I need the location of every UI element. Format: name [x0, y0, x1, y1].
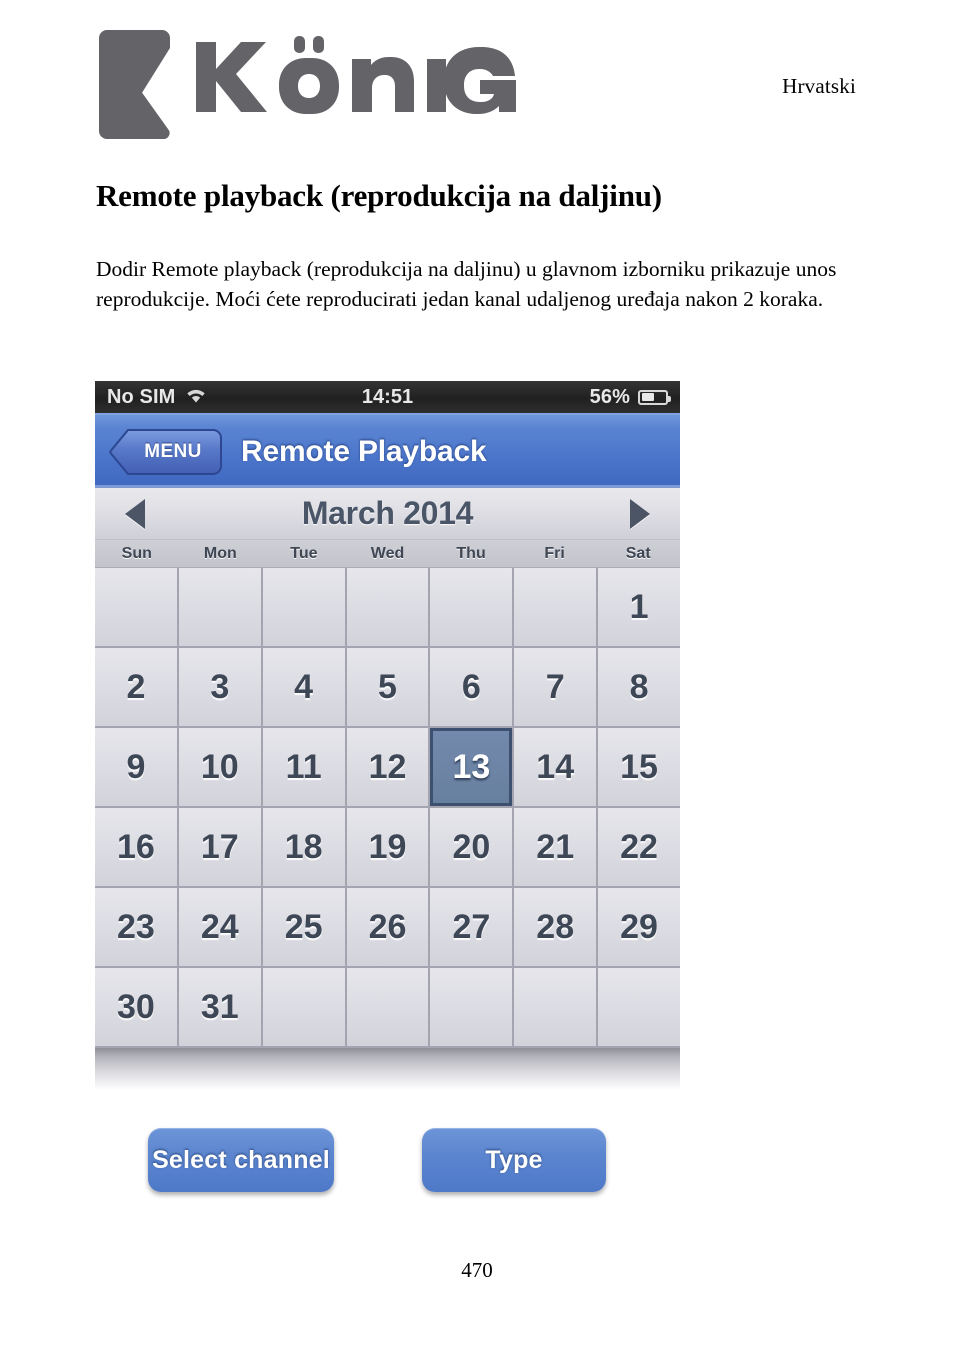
menu-back-button[interactable]: MENU: [109, 428, 223, 476]
calendar-day-cell[interactable]: 31: [178, 968, 261, 1046]
weekday-label: Sun: [121, 544, 152, 562]
konig-wordmark: [194, 36, 516, 118]
calendar-day-empty: [262, 568, 345, 646]
calendar-day-cell[interactable]: 20: [430, 808, 513, 886]
battery-percent-label: 56%: [589, 385, 630, 408]
calendar-day-empty: [346, 968, 429, 1046]
konig-logo-mark-icon: [97, 28, 172, 141]
weekday-label: Wed: [370, 544, 405, 562]
type-button[interactable]: Type: [422, 1128, 606, 1192]
calendar-day-cell[interactable]: 23: [95, 888, 177, 966]
calendar-day-cell[interactable]: 10: [178, 728, 261, 806]
calendar-day-cell[interactable]: 18: [262, 808, 345, 886]
select-channel-button[interactable]: Select channel: [148, 1128, 334, 1192]
calendar-day-cell[interactable]: 26: [346, 888, 429, 966]
calendar-day-empty: [178, 568, 261, 646]
calendar-day-grid[interactable]: 1 2 3 4 5 6 7 8 9 10 11 12 13 14 15 16 17 18 19 20 21 22 23 24 2…: [95, 568, 680, 1048]
calendar-day-cell[interactable]: 22: [598, 808, 680, 886]
calendar-day-cell[interactable]: 1: [598, 568, 680, 646]
app-nav-bar: MENU Remote Playback: [95, 413, 680, 488]
weekday-header-row: Sun Mon Tue Wed Thu Fri Sat: [95, 540, 680, 568]
calendar-day-cell[interactable]: 7: [514, 648, 597, 726]
action-button-row: Select channel Type: [0, 1128, 954, 1198]
body-paragraph: Dodir Remote playback (reprodukcija na d…: [96, 257, 837, 311]
phone-screenshot: No SIM 14:51 56% MENU Remote Playback Ma…: [95, 381, 680, 1090]
month-year-label: March 2014: [301, 495, 474, 531]
weekday-label: Mon: [203, 544, 237, 562]
calendar-month-bar: March 2014: [95, 488, 680, 540]
calendar-day-cell[interactable]: 15: [598, 728, 680, 806]
weekday-label: Tue: [290, 544, 318, 562]
menu-back-button-label: MENU: [144, 440, 202, 462]
page-header: Hrvatski: [0, 0, 954, 165]
triangle-right-icon: [630, 498, 650, 529]
calendar-day-cell[interactable]: 24: [178, 888, 261, 966]
calendar-day-cell[interactable]: 5: [346, 648, 429, 726]
calendar-day-empty: [514, 968, 597, 1046]
calendar-day-cell[interactable]: 19: [346, 808, 429, 886]
calendar-day-empty: [514, 568, 597, 646]
status-bar: No SIM 14:51 56%: [95, 381, 680, 413]
page-title: Remote playback (reprodukcija na daljinu…: [96, 178, 662, 213]
page-number: 470: [461, 1258, 493, 1282]
calendar-day-cell[interactable]: 3: [178, 648, 261, 726]
calendar-day-empty: [598, 968, 680, 1046]
screenshot-bottom-fade: [95, 1048, 680, 1090]
calendar-day-cell[interactable]: 27: [430, 888, 513, 966]
konig-logo: [97, 28, 516, 141]
calendar-day-cell[interactable]: 8: [598, 648, 680, 726]
calendar-day-cell[interactable]: 30: [95, 968, 177, 1046]
calendar-day-empty: [262, 968, 345, 1046]
calendar-day-empty: [346, 568, 429, 646]
calendar-day-empty: [430, 968, 513, 1046]
calendar-day-cell[interactable]: 28: [514, 888, 597, 966]
calendar-day-empty: [95, 568, 177, 646]
calendar-day-cell[interactable]: 2: [95, 648, 177, 726]
weekday-label: Fri: [544, 544, 565, 562]
weekday-label: Sat: [625, 544, 651, 562]
calendar-day-cell[interactable]: 14: [514, 728, 597, 806]
calendar-day-cell[interactable]: 29: [598, 888, 680, 966]
status-bar-right: 56%: [589, 385, 671, 409]
calendar-day-cell[interactable]: 6: [430, 648, 513, 726]
battery-icon: [638, 389, 671, 405]
calendar-day-cell[interactable]: 25: [262, 888, 345, 966]
app-title: Remote Playback: [241, 434, 487, 468]
calendar-day-cell[interactable]: 17: [178, 808, 261, 886]
calendar-day-cell[interactable]: 11: [262, 728, 345, 806]
calendar-day-cell[interactable]: 16: [95, 808, 177, 886]
language-label: Hrvatski: [782, 74, 856, 98]
calendar-day-cell[interactable]: 4: [262, 648, 345, 726]
calendar-day-cell[interactable]: 21: [514, 808, 597, 886]
calendar-day-selected[interactable]: 13: [430, 728, 513, 806]
calendar-day-empty: [430, 568, 513, 646]
prev-month-button[interactable]: [117, 497, 153, 531]
weekday-label: Thu: [456, 544, 486, 562]
triangle-left-icon: [125, 498, 145, 529]
next-month-button[interactable]: [622, 497, 658, 531]
calendar-day-cell[interactable]: 12: [346, 728, 429, 806]
calendar-day-cell[interactable]: 9: [95, 728, 177, 806]
